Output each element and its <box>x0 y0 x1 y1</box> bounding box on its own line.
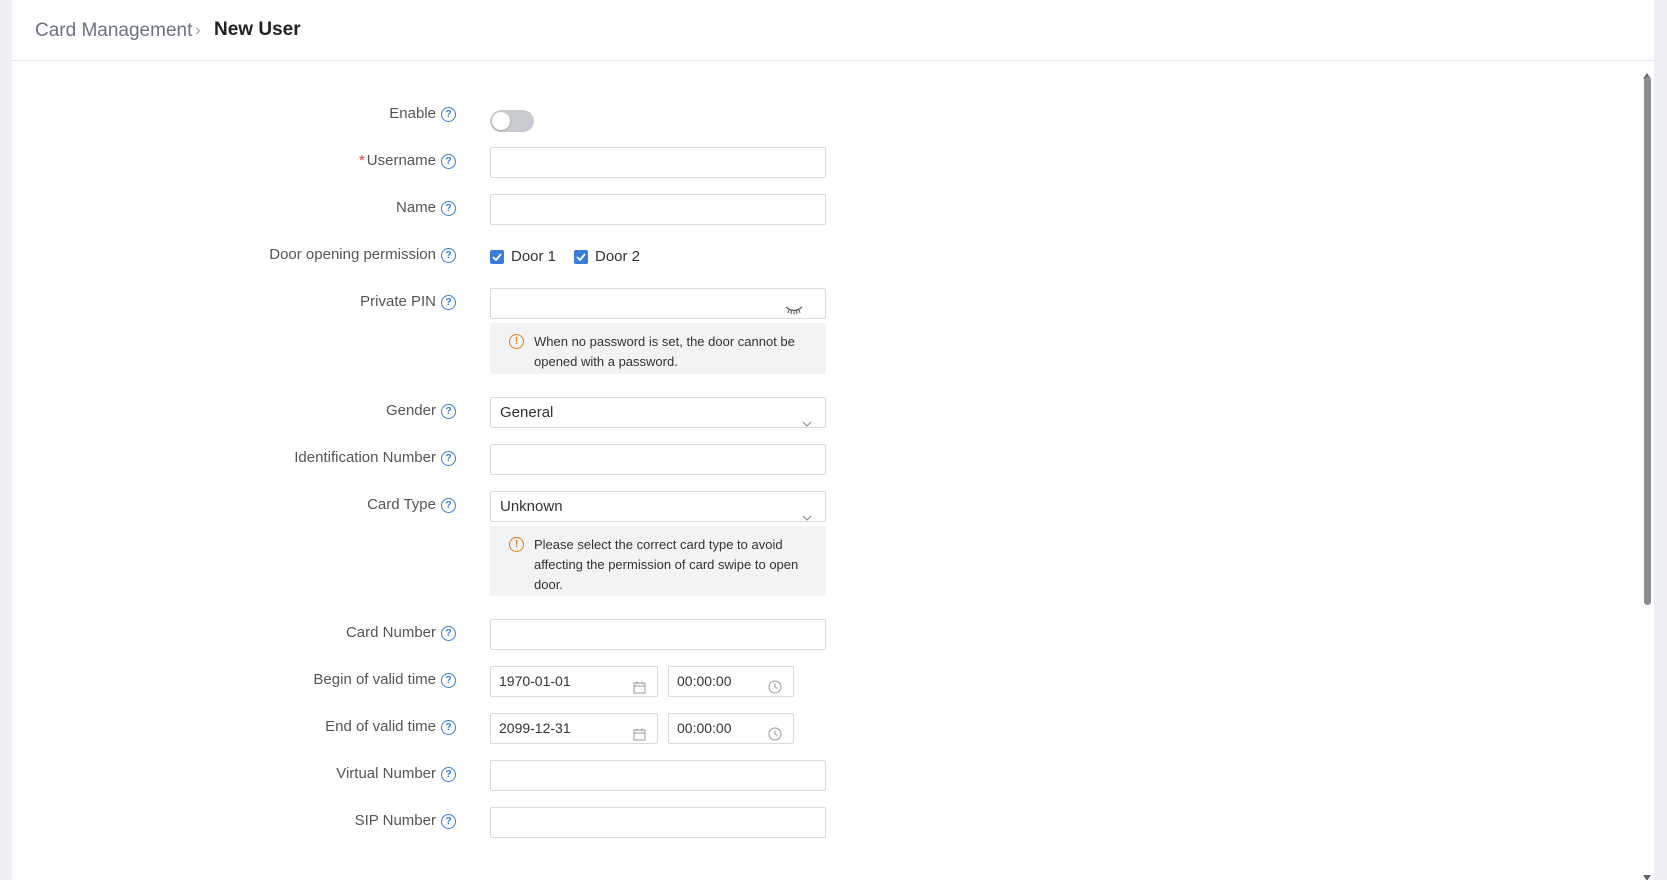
eye-closed-icon[interactable] <box>785 297 803 326</box>
toggle-knob <box>492 112 510 130</box>
gender-label: Gender ? <box>386 401 456 421</box>
chevron-down-icon <box>802 408 812 437</box>
vertical-scrollbar[interactable] <box>1640 61 1654 880</box>
end-valid-time-label: End of valid time ? <box>325 717 456 737</box>
door-2-checkbox[interactable]: Door 2 <box>574 248 640 265</box>
username-input[interactable] <box>490 147 826 178</box>
help-icon[interactable]: ? <box>441 450 456 466</box>
end-date-picker[interactable]: 2099-12-31 <box>490 713 658 744</box>
help-icon[interactable]: ? <box>441 153 456 169</box>
username-label: * Username ? <box>359 151 456 171</box>
name-label: Name ? <box>396 198 456 218</box>
exclamation-circle-icon: ! <box>509 537 524 552</box>
exclamation-circle-icon: ! <box>509 334 524 349</box>
help-icon[interactable]: ? <box>441 813 456 829</box>
page-title: New User <box>214 19 301 40</box>
end-time-picker[interactable]: 00:00:00 <box>668 713 794 744</box>
calendar-icon <box>633 722 646 751</box>
door-1-checkbox[interactable]: Door 1 <box>490 248 556 265</box>
clock-icon <box>768 722 782 751</box>
virtual-number-label: Virtual Number ? <box>336 764 456 784</box>
card-type-notice-text: Please select the correct card type to a… <box>534 537 799 592</box>
clock-icon <box>768 675 782 704</box>
begin-valid-time-label: Begin of valid time ? <box>313 670 456 690</box>
identification-number-input[interactable] <box>490 444 826 475</box>
door-permission-label: Door opening permission ? <box>269 245 456 265</box>
breadcrumb-separator-icon: › <box>195 20 201 39</box>
card-type-notice: ! Please select the correct card type to… <box>490 526 826 596</box>
help-icon[interactable]: ? <box>441 294 456 310</box>
breadcrumb-parent-link[interactable]: Card Management <box>35 20 192 42</box>
begin-date-picker[interactable]: 1970-01-01 <box>490 666 658 697</box>
gender-select[interactable]: General <box>490 397 826 428</box>
help-icon[interactable]: ? <box>441 766 456 782</box>
checkbox-checked-icon[interactable] <box>574 249 588 264</box>
help-icon[interactable]: ? <box>441 719 456 735</box>
card-number-label: Card Number ? <box>346 623 456 643</box>
card-number-input[interactable] <box>490 619 826 650</box>
private-pin-input[interactable] <box>490 288 826 319</box>
sip-number-label: SIP Number ? <box>355 811 456 831</box>
checkbox-checked-icon[interactable] <box>490 249 504 264</box>
help-icon[interactable]: ? <box>441 672 456 688</box>
door-2-label: Door 2 <box>595 248 641 265</box>
enable-label: Enable ? <box>389 104 456 124</box>
private-pin-label: Private PIN ? <box>360 292 456 312</box>
pin-notice: ! When no password is set, the door cann… <box>490 323 826 374</box>
pin-notice-text: When no password is set, the door cannot… <box>534 334 795 369</box>
user-form: Enable ? * Username ? Name ? Door opening… <box>12 61 1642 880</box>
begin-time-picker[interactable]: 00:00:00 <box>668 666 794 697</box>
page-header: Card Management › New User <box>12 0 1654 61</box>
card-type-label: Card Type ? <box>367 495 456 515</box>
name-input[interactable] <box>490 194 826 225</box>
help-icon[interactable]: ? <box>441 106 456 122</box>
help-icon[interactable]: ? <box>441 403 456 419</box>
identification-number-label: Identification Number ? <box>294 448 456 468</box>
scroll-down-arrow-icon[interactable] <box>1643 868 1651 880</box>
help-icon[interactable]: ? <box>441 625 456 641</box>
card-type-select[interactable]: Unknown <box>490 491 826 522</box>
required-mark: * <box>358 152 365 169</box>
help-icon[interactable]: ? <box>441 200 456 216</box>
help-icon[interactable]: ? <box>441 497 456 513</box>
help-icon[interactable]: ? <box>441 247 456 263</box>
sip-number-input[interactable] <box>490 807 826 838</box>
content-panel: Card Management › New User Enable ? * Use… <box>12 0 1654 880</box>
scrollbar-thumb[interactable] <box>1644 77 1651 605</box>
door-1-label: Door 1 <box>511 248 557 265</box>
virtual-number-input[interactable] <box>490 760 826 791</box>
enable-toggle[interactable] <box>490 110 534 132</box>
calendar-icon <box>633 675 646 704</box>
